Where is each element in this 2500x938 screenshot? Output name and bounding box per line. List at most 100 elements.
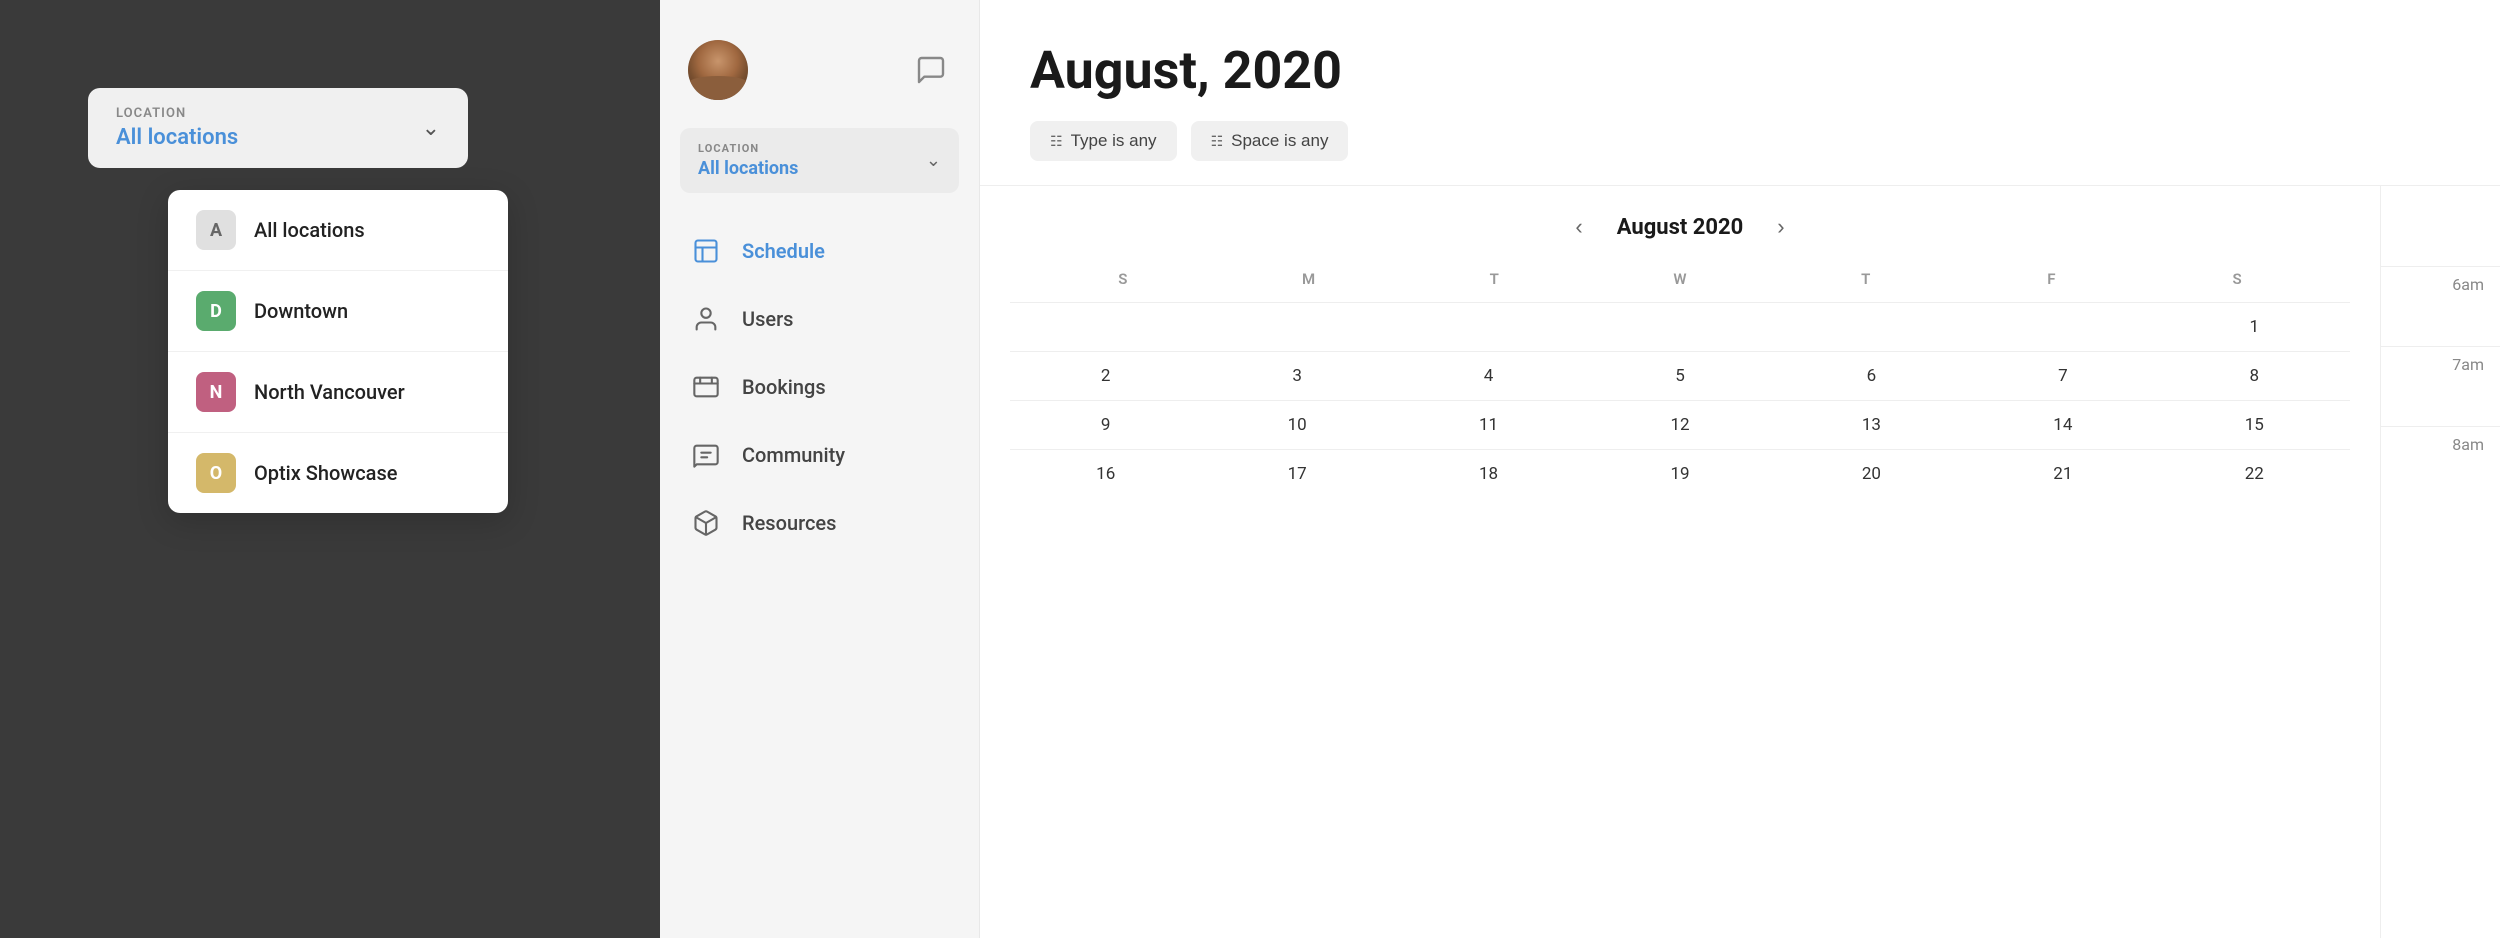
location-selector-inner: LOCATION All locations [116, 106, 238, 150]
sidebar-location-label: LOCATION [698, 142, 798, 155]
dropdown-item-label-downtown: Downtown [254, 299, 348, 323]
cal-cell-empty [1010, 303, 1201, 351]
chevron-down-icon: ⌄ [422, 116, 440, 141]
cal-cell-18[interactable]: 18 [1393, 450, 1584, 498]
calendar-section: ‹ August 2020 › S M T W T F S [980, 186, 2500, 938]
time-slot-6am: 6am [2381, 266, 2500, 346]
location-dropdown: A All locations D Downtown N North Vanco… [168, 190, 508, 513]
cal-cell-8[interactable]: 8 [2159, 352, 2350, 400]
sidebar-chevron-icon: ⌄ [926, 150, 941, 171]
location-selector-button[interactable]: LOCATION All locations ⌄ [88, 88, 468, 168]
time-slot-8am: 8am [2381, 426, 2500, 506]
content-header: August, 2020 ☷ Type is any ☷ Space is an… [980, 0, 2500, 186]
community-icon [688, 437, 724, 473]
location-icon-all: A [196, 210, 236, 250]
sidebar-location-value: All locations [698, 158, 798, 179]
dropdown-item-label-all: All locations [254, 218, 365, 242]
sidebar-item-label-resources: Resources [742, 511, 836, 535]
sidebar-header [660, 30, 979, 128]
cal-cell-12[interactable]: 12 [1584, 401, 1775, 449]
schedule-icon [688, 233, 724, 269]
sidebar-item-bookings[interactable]: Bookings [660, 353, 979, 421]
cal-cell-empty [1584, 303, 1775, 351]
location-label-left: LOCATION [116, 106, 238, 121]
sidebar-item-resources[interactable]: Resources [660, 489, 979, 557]
cal-cell-17[interactable]: 17 [1201, 450, 1392, 498]
sidebar-item-label-schedule: Schedule [742, 239, 825, 263]
cal-cell-14[interactable]: 14 [1967, 401, 2158, 449]
calendar-weeks: 1 2 3 4 5 6 7 8 [1010, 302, 2350, 498]
calendar-week-1: 1 [1010, 302, 2350, 351]
time-slot-label-6am: 6am [2452, 275, 2484, 294]
calendar-week-2: 2 3 4 5 6 7 8 [1010, 351, 2350, 400]
chat-icon[interactable] [911, 50, 951, 90]
cal-cell-21[interactable]: 21 [1967, 450, 2158, 498]
calendar-week-3: 9 10 11 12 13 14 15 [1010, 400, 2350, 449]
location-icon-downtown: D [196, 291, 236, 331]
cal-cell-7[interactable]: 7 [1967, 352, 2158, 400]
cal-cell-20[interactable]: 20 [1776, 450, 1967, 498]
day-header-fri: F [1959, 264, 2145, 294]
type-filter-button[interactable]: ☷ Type is any [1030, 121, 1177, 161]
dropdown-item-all[interactable]: A All locations [168, 190, 508, 271]
cal-cell-16[interactable]: 16 [1010, 450, 1201, 498]
dropdown-item-label-north: North Vancouver [254, 380, 405, 404]
cal-cell-22[interactable]: 22 [2159, 450, 2350, 498]
cal-cell-empty [1393, 303, 1584, 351]
dropdown-item-label-optix: Optix Showcase [254, 461, 397, 485]
time-slots: 6am 7am 8am [2380, 186, 2500, 938]
cal-cell-5[interactable]: 5 [1584, 352, 1775, 400]
dropdown-item-north[interactable]: N North Vancouver [168, 352, 508, 433]
cal-cell-13[interactable]: 13 [1776, 401, 1967, 449]
calendar-days-header: S M T W T F S [1010, 264, 2350, 294]
cal-cell-empty [1776, 303, 1967, 351]
sidebar-item-label-bookings: Bookings [742, 375, 826, 399]
filter-icon-type: ☷ [1050, 133, 1063, 150]
day-header-sun: S [1030, 264, 1216, 294]
day-header-mon: M [1216, 264, 1402, 294]
cal-cell-3[interactable]: 3 [1201, 352, 1392, 400]
day-header-thu: T [1773, 264, 1959, 294]
resources-icon [688, 505, 724, 541]
cal-cell-1[interactable]: 1 [2159, 303, 2350, 351]
calendar-prev-button[interactable]: ‹ [1565, 210, 1592, 244]
users-icon [688, 301, 724, 337]
sidebar-location-selector[interactable]: LOCATION All locations ⌄ [680, 128, 959, 193]
cal-cell-empty [1201, 303, 1392, 351]
calendar-main: ‹ August 2020 › S M T W T F S [980, 186, 2380, 938]
cal-cell-9[interactable]: 9 [1010, 401, 1201, 449]
cal-cell-19[interactable]: 19 [1584, 450, 1775, 498]
time-slot-7am: 7am [2381, 346, 2500, 426]
dropdown-item-optix[interactable]: O Optix Showcase [168, 433, 508, 513]
sidebar-item-label-users: Users [742, 307, 793, 331]
calendar-nav: ‹ August 2020 › [980, 210, 2380, 244]
cal-cell-6[interactable]: 6 [1776, 352, 1967, 400]
avatar-image [688, 40, 748, 100]
cal-cell-11[interactable]: 11 [1393, 401, 1584, 449]
cal-cell-2[interactable]: 2 [1010, 352, 1201, 400]
location-icon-north: N [196, 372, 236, 412]
cal-cell-4[interactable]: 4 [1393, 352, 1584, 400]
time-slot-label-8am: 8am [2452, 435, 2484, 454]
dropdown-item-downtown[interactable]: D Downtown [168, 271, 508, 352]
location-icon-optix: O [196, 453, 236, 493]
sidebar: LOCATION All locations ⌄ Schedule [660, 0, 980, 938]
calendar-week-4: 16 17 18 19 20 21 22 [1010, 449, 2350, 498]
day-header-sat: S [2144, 264, 2330, 294]
filter-icon-space: ☷ [1211, 133, 1224, 150]
cal-cell-15[interactable]: 15 [2159, 401, 2350, 449]
sidebar-item-users[interactable]: Users [660, 285, 979, 353]
avatar[interactable] [688, 40, 748, 100]
calendar-month-title: August 2020 [1617, 215, 1744, 240]
sidebar-item-schedule[interactable]: Schedule [660, 217, 979, 285]
time-slot-label-7am: 7am [2452, 355, 2484, 374]
main-content: August, 2020 ☷ Type is any ☷ Space is an… [980, 0, 2500, 938]
sidebar-item-community[interactable]: Community [660, 421, 979, 489]
cal-cell-10[interactable]: 10 [1201, 401, 1392, 449]
page-title: August, 2020 [1030, 40, 2450, 101]
calendar-next-button[interactable]: › [1767, 210, 1794, 244]
day-header-wed: W [1587, 264, 1773, 294]
filter-bar: ☷ Type is any ☷ Space is any [1030, 121, 2450, 161]
sidebar-location-inner: LOCATION All locations [698, 142, 798, 179]
space-filter-button[interactable]: ☷ Space is any [1191, 121, 1349, 161]
